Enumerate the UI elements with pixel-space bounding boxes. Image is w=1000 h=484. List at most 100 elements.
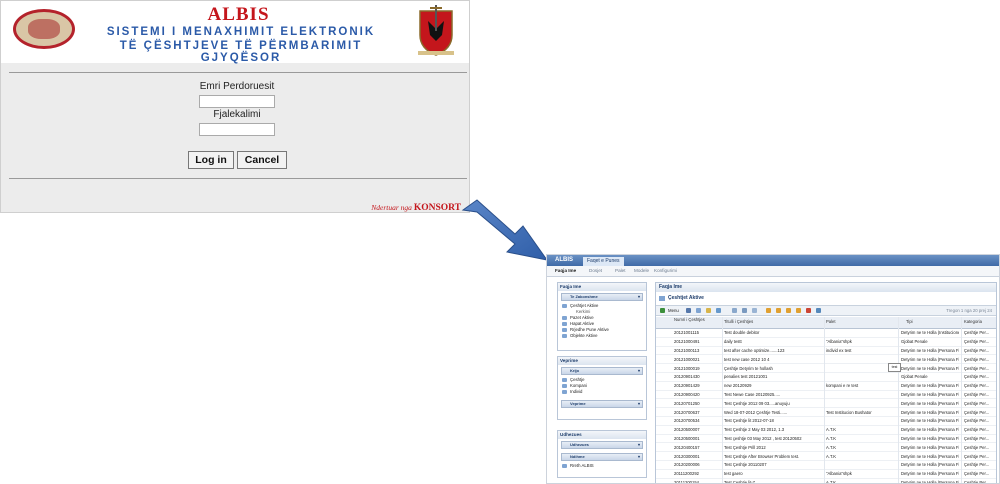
cell-case-number: 20111200154 bbox=[674, 479, 699, 484]
cell-case-title: Test Çeshtje After Browser Problem test. bbox=[724, 453, 800, 459]
table-row[interactable]: 20120500001 Test çeshtje 03 May 2012 , te… bbox=[656, 435, 996, 444]
table-row[interactable]: 20121000491 daily testt "Albania"shpk Gjoba… bbox=[656, 338, 996, 347]
sidebar-item-label: Rrjedhe Pune Aktive bbox=[570, 327, 609, 332]
columns-icon[interactable] bbox=[716, 308, 721, 313]
filter-icon[interactable] bbox=[706, 308, 711, 313]
login-header: ALBIS SISTEMI I MENAXHIMIT ELEKTRONIK TË… bbox=[1, 1, 469, 64]
menu-item-my-page[interactable]: Faqja Ime bbox=[555, 268, 576, 273]
credit-company: KONSORT bbox=[413, 203, 461, 213]
cell-case-number: 20120901429 bbox=[674, 383, 700, 389]
last-page-icon[interactable] bbox=[796, 308, 801, 313]
albis-app-window: ALBIS Faqet e Punes Faqja Ime Dosjet Pal… bbox=[546, 254, 1000, 484]
item-icon bbox=[562, 378, 567, 382]
cell-type: Detyrim ne te Holla (Persona Fiz... bbox=[901, 471, 959, 477]
table-row[interactable]: 20121001115 Test double debitor Detyrim ne… bbox=[656, 329, 996, 338]
table-row[interactable]: 20121000019 Çeshtje Detyrim te hollash Det… bbox=[656, 364, 996, 373]
cell-category: Çeshtje Per... bbox=[964, 444, 990, 450]
cell-case-title: test after cache optimize.......123 bbox=[724, 347, 785, 353]
cell-type: Gjobat Penale bbox=[901, 339, 928, 345]
export-icon[interactable] bbox=[686, 308, 691, 313]
table-row[interactable]: 20120900420 Test Newe Case 20120925..... D… bbox=[656, 391, 996, 400]
sidebar-box-title: Faqja Ime bbox=[558, 283, 646, 291]
cell-type: Detyrim ne te Holla (Persona Fiz... bbox=[901, 435, 959, 441]
table-row[interactable]: 20121000021 test new case 2012 10 4 Detyri… bbox=[656, 355, 996, 365]
tab-work-pages[interactable]: Faqet e Punes bbox=[583, 257, 624, 266]
column-header-category[interactable]: Kategoria bbox=[964, 319, 982, 325]
username-input[interactable] bbox=[199, 95, 275, 108]
table-row[interactable]: 20120700637 Wed 18-07-2012 Çeshtje Testi.… bbox=[656, 408, 996, 417]
cell-case-title: Test Çeshtje lit 2012-07-18 bbox=[724, 418, 774, 424]
login-button[interactable]: Log in bbox=[188, 151, 234, 169]
menu-item-parties[interactable]: Palet bbox=[615, 268, 625, 273]
column-header-case-number[interactable]: Numri i Çeshtjes bbox=[674, 317, 708, 323]
system-title-line1: SISTEMI I MENAXHIMIT ELEKTRONIK bbox=[106, 26, 376, 38]
row-tooltip: test bbox=[888, 363, 901, 372]
main-panel: Faqja Ime Çeshtjet Aktive Menu Tregon 1 … bbox=[655, 282, 997, 484]
system-title-line2: TË ÇËSHTJEVE TË PËRMBARIMIT GJYQËSOR bbox=[119, 40, 363, 64]
sidebar-bar-actions[interactable]: Veprime bbox=[561, 400, 643, 408]
sidebar-item[interactable]: Objekte Aktive bbox=[562, 333, 646, 339]
toolbar-menu-button[interactable]: Menu bbox=[668, 306, 679, 315]
menu-item-files[interactable]: Dosjet bbox=[589, 268, 602, 273]
sidebar-box-guide: Udhezues Udhezues Ndihme Rreth ALBIS bbox=[557, 430, 647, 478]
menu-item-configuration[interactable]: Konfigurimi bbox=[654, 268, 677, 273]
menu-icon bbox=[660, 308, 665, 313]
sidebar-bar-common[interactable]: Te Zakonshme bbox=[561, 293, 643, 301]
sidebar-box-title: Veprime bbox=[558, 357, 646, 365]
cell-case-number: 20120901430 bbox=[674, 374, 700, 380]
print-icon[interactable] bbox=[732, 308, 737, 313]
delete-icon[interactable] bbox=[806, 308, 811, 313]
cell-case-number: 20120300001 bbox=[674, 453, 700, 459]
sidebar-item-create[interactable]: Individ bbox=[562, 389, 646, 395]
sidebar-bar-guide[interactable]: Udhezues bbox=[561, 441, 643, 449]
cell-type: Detyrim ne te Holla (Persona Fiz... bbox=[901, 479, 959, 484]
sidebar-bar-help[interactable]: Ndihme bbox=[561, 453, 643, 461]
table-row[interactable]: 20120701250 Test Çeshtje 2012 09 03.....a… bbox=[656, 399, 996, 409]
column-header-parties[interactable]: Palet bbox=[826, 319, 836, 325]
cell-type: Detyrim ne te Holla (Institucionet ... bbox=[901, 330, 959, 336]
cell-case-number: 20111200292 bbox=[674, 471, 699, 477]
copy-icon[interactable] bbox=[742, 308, 747, 313]
cell-case-title: Test Çeshtje Prill 2012 bbox=[724, 444, 766, 450]
settings-icon[interactable] bbox=[816, 308, 821, 313]
first-page-icon[interactable] bbox=[766, 308, 771, 313]
cell-parties: "Albania"shpk bbox=[826, 471, 852, 477]
refresh-icon[interactable] bbox=[696, 308, 701, 313]
sidebar-item-label: Rreth ALBIS bbox=[570, 463, 594, 468]
menu-item-templates[interactable]: Modele bbox=[634, 268, 649, 273]
table-row[interactable]: 20120400157 Test Çeshtje Prill 2012 A.T.K D… bbox=[656, 443, 996, 453]
cell-case-number: 20120400157 bbox=[674, 444, 700, 450]
cell-category: Çeshtje Per... bbox=[964, 427, 990, 433]
password-input[interactable] bbox=[199, 123, 275, 136]
cell-parties: A.T.K bbox=[826, 427, 837, 433]
save-icon[interactable] bbox=[752, 308, 757, 313]
table-row[interactable]: 20120901429 new 20120929 kompani e re test… bbox=[656, 382, 996, 391]
table-row[interactable]: 20121000113 test after cache optimize....… bbox=[656, 347, 996, 356]
paging-info: Tregon 1 nga 20 prej 24 bbox=[946, 308, 992, 313]
brand-title: ALBIS bbox=[207, 4, 270, 25]
cell-type: Detyrim ne te Holla (Persona Fiz... bbox=[901, 453, 959, 459]
table-row[interactable]: 20120901430 penalies test 20121001 Gjobat … bbox=[656, 373, 996, 382]
item-icon bbox=[562, 322, 567, 326]
cell-type: Detyrim ne te Holla (Persona Fiz... bbox=[901, 383, 959, 389]
cell-type: Detyrim ne te Holla (Persona Fiz... bbox=[901, 391, 959, 397]
table-row[interactable]: 20120200006 Test Çeshtje 20110207 Detyrim … bbox=[656, 461, 996, 470]
table-row[interactable]: 20111200154 Test Çeshtje lit-7 A.T.K Detyri… bbox=[656, 479, 996, 484]
sidebar-item-about[interactable]: Rreth ALBIS bbox=[562, 463, 646, 469]
cell-category: Çeshtje Per... bbox=[964, 330, 990, 336]
item-icon bbox=[562, 328, 567, 332]
cell-case-title: Wed 18-07-2012 Çeshtje Testi...... bbox=[724, 409, 788, 415]
cancel-button[interactable]: Cancel bbox=[237, 151, 287, 169]
table-row[interactable]: 20120500007 Test Çeshtje 2 May 03 2012, 1… bbox=[656, 426, 996, 435]
table-row[interactable]: 20120700534 Test Çeshtje lit 2012-07-18 De… bbox=[656, 417, 996, 426]
table-row[interactable]: 20111200292 test gaero "Albania"shpk Detyri… bbox=[656, 470, 996, 479]
cell-parties: A.T.K bbox=[826, 444, 837, 450]
column-header-type[interactable]: Tipi bbox=[906, 319, 913, 325]
cell-type: Detyrim ne te Holla (Persona Fiz... bbox=[901, 347, 959, 353]
column-header-case-title[interactable]: Titulli i Çeshtjes bbox=[724, 319, 753, 325]
table-row[interactable]: 20120300001 Test Çeshtje After Browser Pr… bbox=[656, 452, 996, 461]
sidebar-bar-create[interactable]: Krijo bbox=[561, 367, 643, 375]
prev-page-icon[interactable] bbox=[776, 308, 781, 313]
cell-case-title: Test Çeshtje 2012 09 03.....anuyuju bbox=[724, 400, 790, 406]
next-page-icon[interactable] bbox=[786, 308, 791, 313]
